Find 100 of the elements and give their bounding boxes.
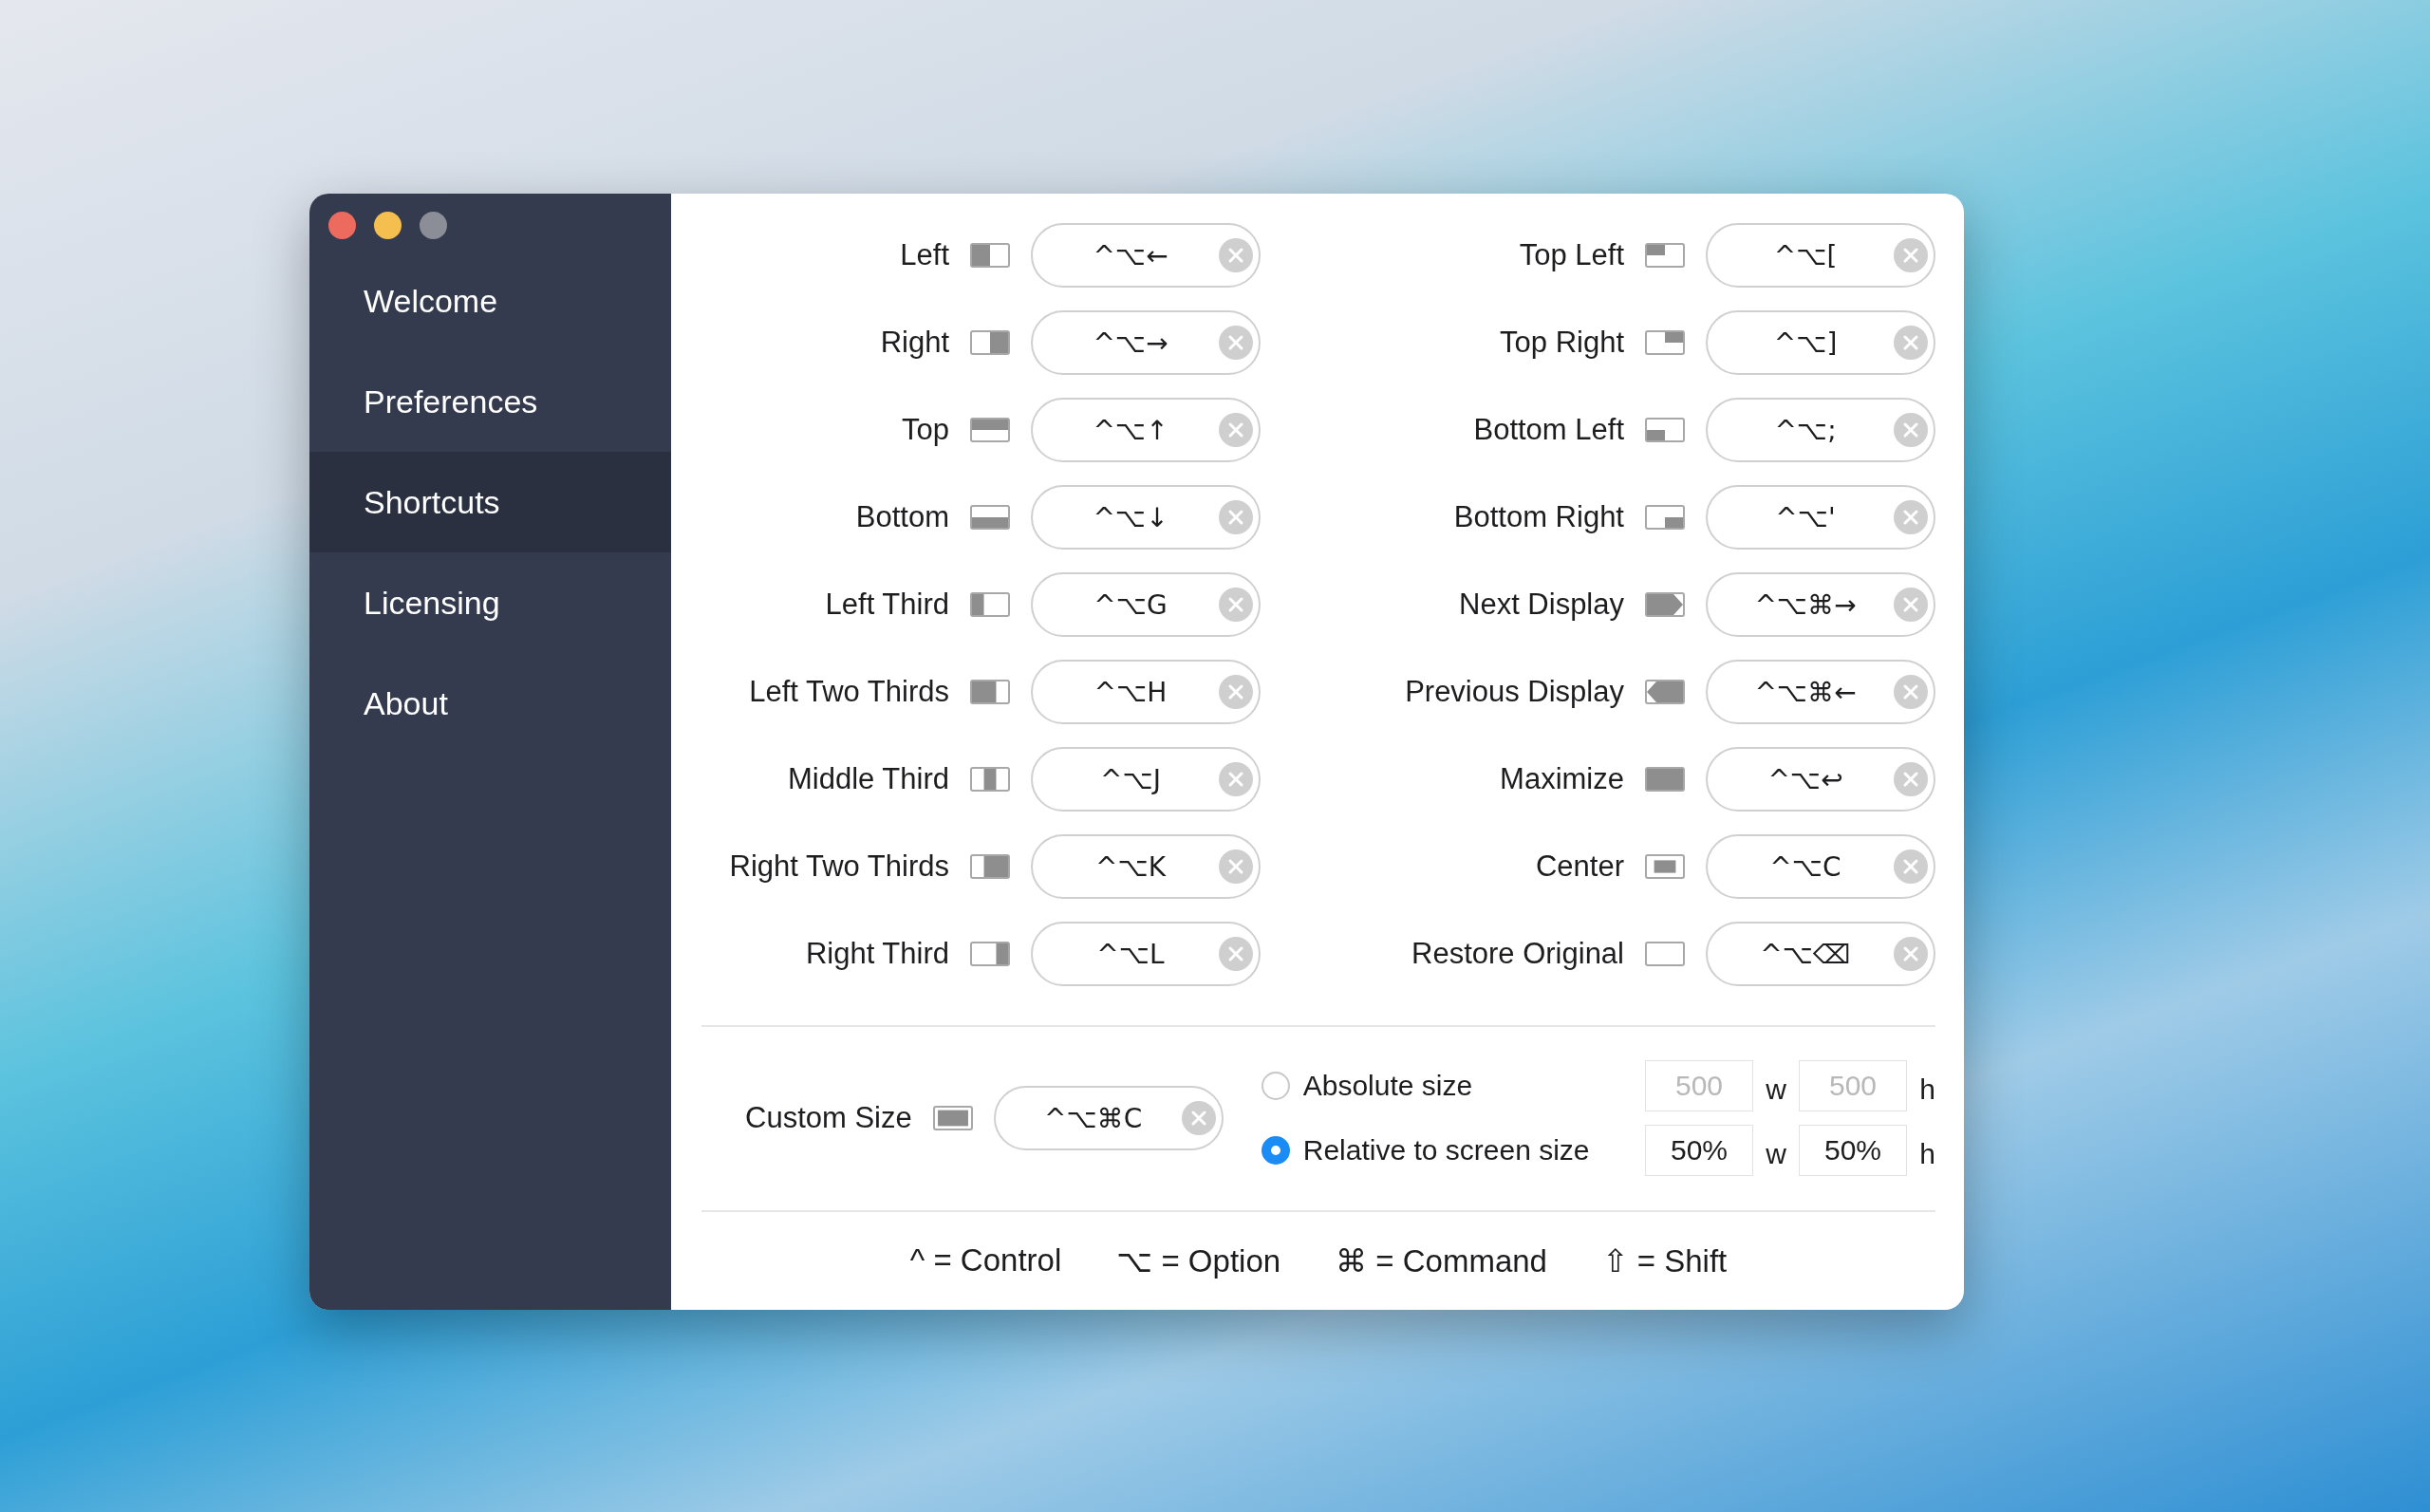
clear-button[interactable]	[1894, 937, 1928, 971]
clear-button[interactable]	[1894, 849, 1928, 884]
shortcut-keys: ^⌥C	[1727, 850, 1894, 883]
shortcut-keys: ^⌥J	[1052, 763, 1219, 795]
shortcut-keys: ^⌥→	[1052, 327, 1219, 359]
bottom-right-window-icon	[1645, 505, 1685, 530]
sidebar-item[interactable]: Preferences	[309, 351, 671, 452]
shortcut-label: Top Right	[1499, 326, 1624, 360]
clear-button[interactable]	[1894, 588, 1928, 622]
radio-button[interactable]	[1261, 1136, 1290, 1166]
legend-text: ^ = Control	[909, 1242, 1062, 1279]
x-icon	[1227, 771, 1244, 788]
shortcut-field[interactable]: ^⌥[	[1706, 223, 1935, 288]
shortcut-keys: ^⌥G	[1052, 588, 1219, 621]
shortcut-keys: ^⌥;	[1727, 414, 1894, 446]
shortcut-field[interactable]: ^⌥C	[1706, 834, 1935, 899]
shortcut-field[interactable]: ^⌥J	[1031, 747, 1261, 812]
full-window-icon	[1645, 767, 1685, 792]
x-icon	[1227, 334, 1244, 351]
x-icon	[1902, 858, 1919, 875]
clear-button[interactable]	[1219, 675, 1253, 709]
shortcut-label: Left Third	[824, 588, 949, 622]
shortcut-keys: ^⌥↑	[1052, 414, 1219, 446]
shortcut-label: Right Two Thirds	[728, 849, 949, 884]
shortcut-field[interactable]: ^⌥L	[1031, 922, 1261, 986]
shortcut-field[interactable]: ^⌥←	[1031, 223, 1261, 288]
x-icon	[1902, 945, 1919, 962]
width-field[interactable]: 50%	[1645, 1125, 1753, 1177]
clear-button[interactable]	[1894, 238, 1928, 272]
shortcut-field[interactable]: ^⌥⌘←	[1706, 660, 1935, 724]
shortcut-field[interactable]: ^⌥→	[1031, 310, 1261, 375]
minimize-button[interactable]	[374, 212, 402, 239]
top-right-window-icon	[1645, 330, 1685, 355]
option-label: Relative to screen size	[1302, 1134, 1591, 1167]
x-icon	[1902, 596, 1919, 613]
right-two-thirds-window-icon	[970, 854, 1010, 879]
shortcut-label: Top Left	[1518, 238, 1624, 272]
x-icon	[1227, 596, 1244, 613]
shortcut-field[interactable]: ^⌥↩	[1706, 747, 1935, 812]
clear-button[interactable]	[1219, 762, 1253, 796]
unit-label: w	[1765, 1138, 1787, 1171]
shortcut-label: Custom Size	[745, 1101, 912, 1136]
left-two-thirds-window-icon	[970, 680, 1010, 704]
shortcut-field[interactable]: ^⌥H	[1031, 660, 1261, 724]
shortcut-field[interactable]: ^⌥↑	[1031, 398, 1261, 462]
x-icon	[1902, 334, 1919, 351]
shortcut-field[interactable]: ^⌥↓	[1031, 485, 1261, 550]
shortcut-field[interactable]: ^⌥⌘→	[1706, 572, 1935, 637]
clear-button[interactable]	[1219, 413, 1253, 447]
shortcut-label: Right	[879, 326, 949, 360]
clear-button[interactable]	[1219, 849, 1253, 884]
sidebar-item[interactable]: About	[309, 653, 671, 754]
shortcut-label: Bottom Right	[1452, 500, 1624, 534]
display-right-arrow-icon	[1645, 592, 1685, 617]
close-button[interactable]	[328, 212, 356, 239]
shortcut-field[interactable]: ^⌥'	[1706, 485, 1935, 550]
shortcut-label: Left	[899, 238, 949, 272]
shortcut-keys: ^⌥K	[1052, 850, 1219, 883]
left-third-window-icon	[970, 592, 1010, 617]
shortcut-field[interactable]: ^⌥G	[1031, 572, 1261, 637]
x-icon	[1902, 683, 1919, 700]
shortcut-label: Top	[901, 413, 949, 447]
sidebar-item[interactable]: Welcome	[309, 251, 671, 351]
clear-button[interactable]	[1894, 413, 1928, 447]
unit-label: w	[1765, 1073, 1787, 1107]
clear-button[interactable]	[1181, 1101, 1216, 1136]
option-label: Absolute size	[1302, 1070, 1474, 1103]
shortcut-field[interactable]: ^⌥;	[1706, 398, 1935, 462]
shortcut-label: Maximize	[1499, 762, 1624, 796]
shortcut-field[interactable]: ^⌥]	[1706, 310, 1935, 375]
shortcut-keys: ^⌥[	[1727, 239, 1894, 271]
clear-button[interactable]	[1894, 675, 1928, 709]
shortcut-field[interactable]: ^⌥⌫	[1706, 922, 1935, 986]
clear-button[interactable]	[1894, 762, 1928, 796]
shortcut-label: Center	[1534, 849, 1624, 884]
bottom-left-window-icon	[1645, 418, 1685, 442]
left-half-window-icon	[970, 243, 1010, 268]
top-half-window-icon	[970, 418, 1010, 442]
clear-button[interactable]	[1219, 588, 1253, 622]
shortcut-label: Right Third	[804, 937, 949, 971]
sidebar-item[interactable]: Shortcuts	[309, 452, 671, 552]
right-third-window-icon	[970, 942, 1010, 966]
x-icon	[1902, 247, 1919, 264]
legend-text: ⇧ = Shift	[1601, 1241, 1728, 1279]
unit-label: h	[1918, 1073, 1935, 1107]
clear-button[interactable]	[1894, 326, 1928, 360]
clear-button[interactable]	[1219, 937, 1253, 971]
clear-button[interactable]	[1219, 326, 1253, 360]
clear-button[interactable]	[1219, 500, 1253, 534]
shortcut-field[interactable]: ^⌥K	[1031, 834, 1261, 899]
clear-button[interactable]	[1219, 238, 1253, 272]
shortcut-keys: ^⌥⌘C	[1014, 1102, 1182, 1134]
window-size-icon	[932, 1106, 973, 1131]
legend-text: ⌘ = Command	[1336, 1241, 1547, 1279]
shortcut-label: Bottom	[854, 500, 949, 534]
sidebar-item[interactable]: Licensing	[309, 552, 671, 653]
height-field[interactable]: 50%	[1799, 1125, 1907, 1177]
shortcut-field[interactable]: ^⌥⌘C	[993, 1086, 1224, 1151]
right-half-window-icon	[970, 330, 1010, 355]
clear-button[interactable]	[1894, 500, 1928, 534]
